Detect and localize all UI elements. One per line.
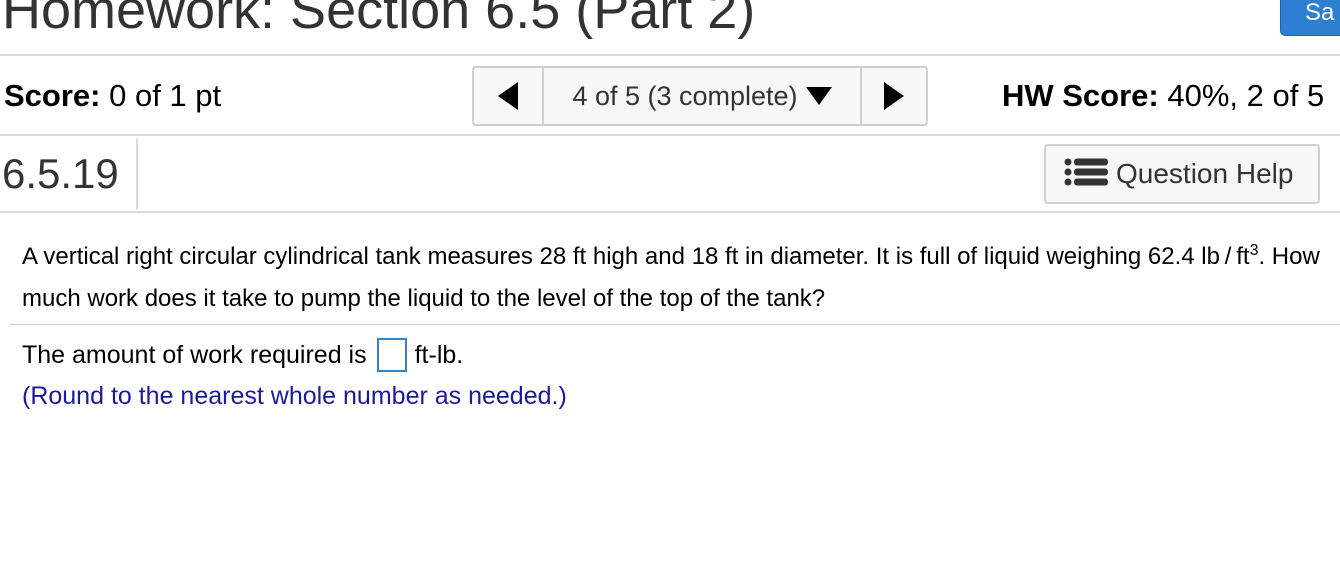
answer-input[interactable]	[376, 338, 407, 372]
divider	[10, 324, 1340, 325]
score: Score: 0 of 1 pt	[4, 78, 221, 114]
divider	[0, 134, 1340, 136]
triangle-right-icon	[884, 82, 904, 110]
score-value: 0 of 1 pt	[100, 78, 222, 113]
hw-score: HW Score: 40%, 2 of 5	[1002, 78, 1324, 114]
question-select-dropdown[interactable]: 4 of 5 (3 complete)	[544, 68, 862, 124]
hw-score-value: 40%, 2 of 5	[1158, 78, 1325, 113]
page-title: Homework: Section 6.5 (Part 2)	[2, 0, 756, 40]
divider	[136, 138, 138, 210]
question-text: A vertical right circular cylindrical ta…	[22, 230, 1322, 320]
hw-score-label: HW Score:	[1002, 78, 1159, 113]
triangle-left-icon	[498, 82, 518, 110]
save-button[interactable]: Sa	[1280, 0, 1340, 36]
question-help-label: Question Help	[1116, 158, 1294, 189]
divider	[0, 211, 1340, 213]
list-icon	[1064, 157, 1108, 192]
previous-question-button[interactable]	[474, 68, 544, 124]
caret-down-icon	[805, 87, 832, 105]
question-help-button[interactable]: Question Help	[1044, 144, 1320, 204]
divider	[0, 54, 1340, 56]
score-label: Score:	[4, 78, 101, 113]
next-question-button[interactable]	[862, 68, 926, 124]
answer-line: The amount of work required is ft-lb.	[22, 338, 463, 372]
answer-unit: ft-lb.	[414, 340, 464, 369]
question-text-part: A vertical right circular cylindrical ta…	[22, 243, 1250, 270]
question-number: 6.5.19	[2, 150, 119, 197]
rounding-note: (Round to the nearest whole number as ne…	[22, 382, 567, 410]
question-select-label: 4 of 5 (3 complete)	[572, 80, 798, 111]
answer-prefix: The amount of work required is	[22, 340, 367, 369]
question-navigator: 4 of 5 (3 complete)	[472, 66, 928, 126]
